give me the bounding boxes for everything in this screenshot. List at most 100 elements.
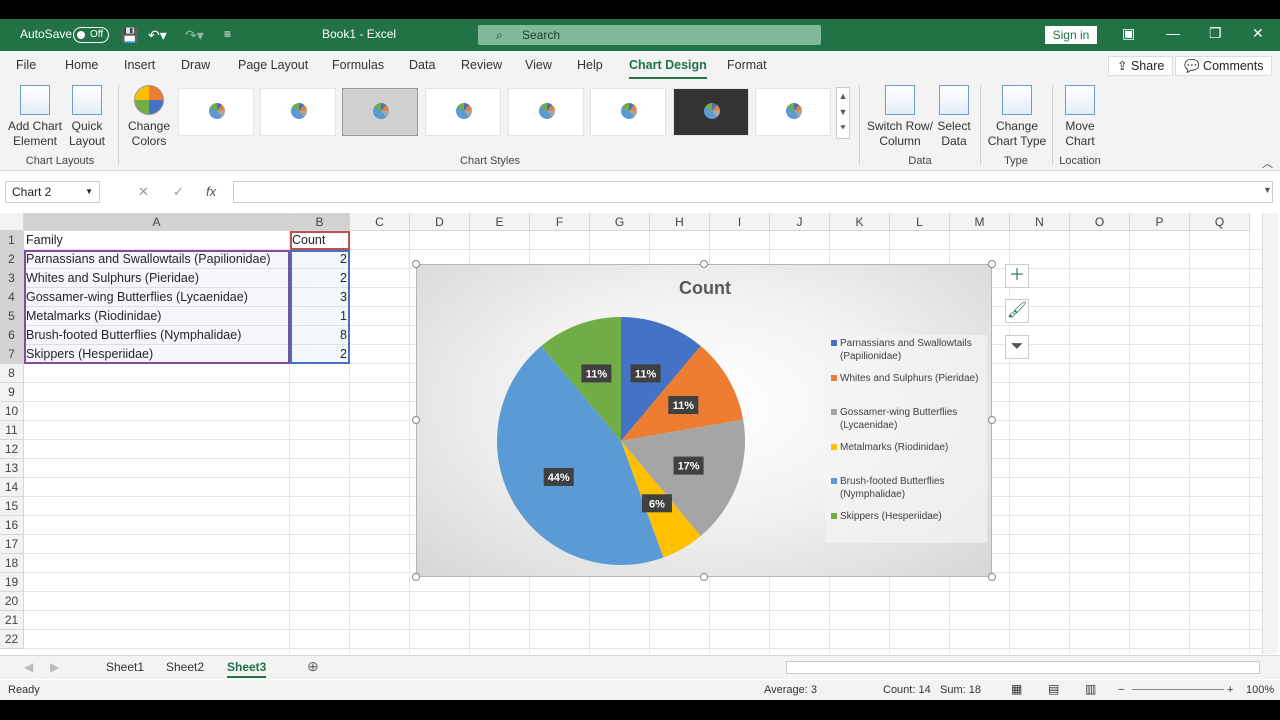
- chart-title[interactable]: Count: [679, 278, 731, 298]
- normal-view-icon[interactable]: ▦: [1011, 682, 1022, 696]
- column-header[interactable]: C: [350, 213, 410, 231]
- row-header[interactable]: 14: [0, 478, 24, 497]
- ribbon-display-icon[interactable]: ▣: [1122, 25, 1135, 42]
- row-header[interactable]: 11: [0, 421, 24, 440]
- column-header[interactable]: H: [650, 213, 710, 231]
- resize-handle[interactable]: [412, 573, 420, 581]
- zoom-out-icon[interactable]: −: [1118, 684, 1124, 696]
- chart-style-3[interactable]: [342, 88, 418, 136]
- row-header[interactable]: 7: [0, 345, 24, 364]
- enter-icon[interactable]: ✓: [173, 184, 184, 200]
- zoom-level[interactable]: 100%: [1246, 684, 1274, 696]
- legend-entry[interactable]: (Nymphalidae): [840, 489, 905, 500]
- row-header[interactable]: 18: [0, 554, 24, 573]
- tab-review[interactable]: Review: [461, 58, 502, 72]
- cancel-icon[interactable]: ✕: [138, 184, 149, 200]
- row-header[interactable]: 12: [0, 440, 24, 459]
- sheet-tab-3[interactable]: Sheet3: [227, 660, 267, 678]
- resize-handle[interactable]: [412, 416, 420, 424]
- data-label[interactable]: 11%: [586, 368, 608, 380]
- tab-page-layout[interactable]: Page Layout: [238, 58, 308, 72]
- column-header[interactable]: D: [410, 213, 470, 231]
- row-header[interactable]: 16: [0, 516, 24, 535]
- chart-styles-scroll[interactable]: ▲ ▼ ⯆: [836, 87, 850, 139]
- data-label[interactable]: 17%: [678, 461, 700, 473]
- row-header[interactable]: 2: [0, 250, 24, 269]
- data-label[interactable]: 11%: [635, 368, 657, 380]
- row-header[interactable]: 1: [0, 231, 24, 250]
- row-header[interactable]: 21: [0, 611, 24, 630]
- column-header[interactable]: P: [1130, 213, 1190, 231]
- column-header[interactable]: A: [24, 213, 290, 231]
- page-layout-view-icon[interactable]: ▤: [1048, 682, 1059, 696]
- column-header[interactable]: N: [1010, 213, 1070, 231]
- row-header[interactable]: 17: [0, 535, 24, 554]
- column-header[interactable]: L: [890, 213, 950, 231]
- legend-entry[interactable]: Gossamer-wing Butterflies: [840, 407, 957, 418]
- chart-styles-brush-icon[interactable]: 🖌: [1005, 299, 1029, 323]
- row-header[interactable]: 13: [0, 459, 24, 478]
- select-data-button[interactable]: Select Data: [934, 85, 974, 149]
- page-break-view-icon[interactable]: ▥: [1085, 682, 1096, 696]
- tab-data[interactable]: Data: [409, 58, 435, 72]
- row-header[interactable]: 3: [0, 269, 24, 288]
- formula-input[interactable]: [233, 181, 1273, 203]
- comments-button[interactable]: 💬 Comments: [1175, 56, 1273, 76]
- row-header[interactable]: 8: [0, 364, 24, 383]
- add-chart-element-button[interactable]: Add Chart Element: [6, 85, 64, 149]
- close-icon[interactable]: ✕: [1252, 25, 1264, 42]
- tab-chart-design[interactable]: Chart Design: [629, 58, 707, 80]
- resize-handle[interactable]: [988, 573, 996, 581]
- row-header[interactable]: 6: [0, 326, 24, 345]
- prev-sheet-icon[interactable]: ◀: [24, 660, 33, 674]
- column-header[interactable]: Q: [1190, 213, 1250, 231]
- select-all-corner[interactable]: [0, 213, 24, 231]
- row-header[interactable]: 9: [0, 383, 24, 402]
- column-header[interactable]: J: [770, 213, 830, 231]
- sign-in-button[interactable]: Sign in: [1045, 26, 1097, 44]
- next-sheet-icon[interactable]: ▶: [50, 660, 59, 674]
- column-header[interactable]: M: [950, 213, 1010, 231]
- row-header[interactable]: 5: [0, 307, 24, 326]
- save-icon[interactable]: 💾: [121, 27, 138, 44]
- legend-entry[interactable]: Skippers (Hesperiidae): [840, 511, 942, 522]
- legend-entry[interactable]: Whites and Sulphurs (Pieridae): [840, 373, 978, 384]
- insert-function-icon[interactable]: fx: [206, 184, 216, 199]
- minimize-icon[interactable]: —: [1166, 25, 1180, 41]
- row-header[interactable]: 20: [0, 592, 24, 611]
- chart-style-6[interactable]: [590, 88, 666, 136]
- legend-entry[interactable]: Brush-footed Butterflies: [840, 476, 945, 487]
- tab-formulas[interactable]: Formulas: [332, 58, 384, 72]
- name-box[interactable]: Chart 2 ▼: [5, 181, 100, 203]
- column-header[interactable]: E: [470, 213, 530, 231]
- tab-view[interactable]: View: [525, 58, 552, 72]
- tab-draw[interactable]: Draw: [181, 58, 210, 72]
- restore-icon[interactable]: ❐: [1209, 25, 1222, 42]
- tab-home[interactable]: Home: [65, 58, 98, 72]
- data-label[interactable]: 44%: [548, 472, 570, 484]
- collapse-ribbon-icon[interactable]: ︿: [1262, 155, 1273, 171]
- resize-handle[interactable]: [700, 260, 708, 268]
- undo-icon[interactable]: ↶▾: [148, 27, 167, 44]
- change-chart-type-button[interactable]: Change Chart Type: [985, 85, 1049, 149]
- tab-format[interactable]: Format: [727, 58, 767, 72]
- change-colors-button[interactable]: Change Colors: [124, 85, 174, 149]
- chart-style-8[interactable]: [755, 88, 831, 136]
- vertical-scrollbar[interactable]: [1262, 213, 1278, 654]
- legend-entry[interactable]: Metalmarks (Riodinidae): [840, 442, 948, 453]
- search-box[interactable]: ⌕ Search: [478, 25, 821, 45]
- move-chart-button[interactable]: Move Chart: [1058, 85, 1102, 149]
- data-label[interactable]: 6%: [649, 498, 665, 510]
- resize-handle[interactable]: [988, 260, 996, 268]
- column-header[interactable]: K: [830, 213, 890, 231]
- zoom-in-icon[interactable]: +: [1227, 684, 1233, 696]
- row-header[interactable]: 19: [0, 573, 24, 592]
- chart-style-5[interactable]: [508, 88, 584, 136]
- legend-entry[interactable]: Parnassians and Swallowtails: [840, 338, 972, 349]
- tab-file[interactable]: File: [16, 58, 36, 72]
- row-header[interactable]: 22: [0, 630, 24, 649]
- horizontal-scrollbar[interactable]: [786, 661, 1260, 674]
- column-header[interactable]: G: [590, 213, 650, 231]
- chart-elements-plus-icon[interactable]: ＋: [1005, 264, 1029, 288]
- add-sheet-icon[interactable]: ⊕: [307, 658, 319, 675]
